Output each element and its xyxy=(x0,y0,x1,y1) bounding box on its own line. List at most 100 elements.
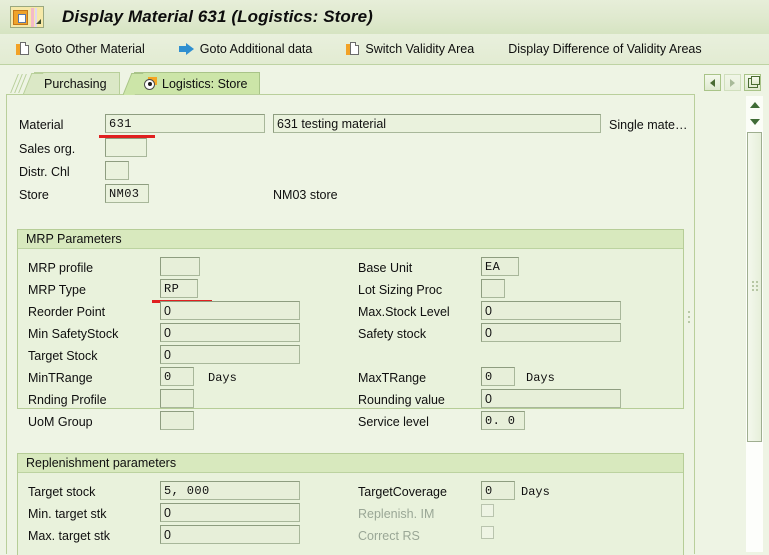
rounding-value-input[interactable]: 0 xyxy=(481,389,621,408)
target-coverage-input[interactable]: 0 xyxy=(481,481,515,500)
goto-additional-data-button[interactable]: Goto Additional data xyxy=(169,37,323,61)
min-trange-unit: Days xyxy=(208,370,237,385)
blue-arrow-right-icon xyxy=(178,43,195,55)
material-header-block: Material 631 631 testing material Single… xyxy=(7,95,694,203)
uom-group-input[interactable] xyxy=(160,411,194,430)
replenish-im-label: Replenish. IM xyxy=(358,506,435,521)
store-description: NM03 store xyxy=(273,187,338,202)
switch-validity-area-button[interactable]: Switch Validity Area xyxy=(336,37,484,61)
content-canvas: Material 631 631 testing material Single… xyxy=(6,94,695,555)
material-label: Material xyxy=(19,117,64,132)
mrp-type-label: MRP Type xyxy=(28,282,86,297)
mrp-parameters-title: MRP Parameters xyxy=(18,230,683,249)
store-label: Store xyxy=(19,187,49,202)
base-unit-label: Base Unit xyxy=(358,260,413,275)
sales-org-input[interactable] xyxy=(105,138,147,157)
panel-icon xyxy=(747,75,760,88)
max-target-stk-label: Max. target stk xyxy=(28,528,110,543)
sales-org-label: Sales org. xyxy=(19,141,76,156)
title-bar: Display Material 631 (Logistics: Store) xyxy=(0,0,769,35)
switch-validity-area-label: Switch Validity Area xyxy=(365,42,475,56)
replenish-im-checkbox[interactable] xyxy=(481,504,494,517)
max-trange-unit: Days xyxy=(526,370,555,385)
distr-chl-label: Distr. Chl xyxy=(19,164,70,179)
tab-nav-buttons xyxy=(704,74,761,91)
correct-rs-label: Correct RS xyxy=(358,528,420,543)
new-document-icon xyxy=(16,42,30,56)
application-toolbar: Goto Other Material Goto Additional data… xyxy=(0,34,769,65)
tab-purchasing-label: Purchasing xyxy=(44,76,107,91)
vertical-scrollbar[interactable] xyxy=(746,96,763,552)
replenishment-target-stock-input[interactable]: 5, 000 xyxy=(160,481,300,500)
min-target-stk-input[interactable]: 0 xyxy=(160,503,300,522)
rounding-value-label: Rounding value xyxy=(358,392,445,407)
target-coverage-unit: Days xyxy=(521,484,550,499)
target-stock-label: Target Stock xyxy=(28,348,98,363)
tab-purchasing[interactable]: Purchasing xyxy=(22,72,120,95)
target-coverage-label: TargetCoverage xyxy=(358,484,447,499)
material-description-input[interactable]: 631 testing material xyxy=(273,114,601,133)
max-stock-level-input[interactable]: 0 xyxy=(481,301,621,320)
mrp-type-input[interactable]: RP xyxy=(160,279,198,298)
replenishment-parameters-group: Replenishment parameters Target stock 5,… xyxy=(17,453,684,555)
service-level-input[interactable]: 0. 0 xyxy=(481,411,525,430)
lot-sizing-proc-label: Lot Sizing Proc xyxy=(358,282,443,297)
target-stock-input[interactable]: 0 xyxy=(160,345,300,364)
radio-selected-icon xyxy=(144,77,157,90)
scroll-down-button[interactable] xyxy=(746,113,763,130)
triangle-down-icon xyxy=(749,118,760,125)
page-title: Display Material 631 (Logistics: Store) xyxy=(62,7,373,26)
new-document-icon xyxy=(346,42,360,56)
max-trange-label: MaxTRange xyxy=(358,370,427,385)
display-difference-validity-areas-button[interactable]: Display Difference of Validity Areas xyxy=(498,37,711,61)
goto-additional-data-label: Goto Additional data xyxy=(199,42,313,56)
triangle-up-icon xyxy=(749,101,760,108)
max-trange-input[interactable]: 0 xyxy=(481,367,515,386)
safety-stock-label: Safety stock xyxy=(358,326,427,341)
material-input[interactable]: 631 xyxy=(105,114,265,133)
single-material-text: Single mate… xyxy=(609,117,688,132)
min-trange-input[interactable]: 0 xyxy=(160,367,194,386)
rnding-profile-input[interactable] xyxy=(160,389,194,408)
goto-other-material-button[interactable]: Goto Other Material xyxy=(6,37,155,61)
tab-logistics-store-label: Logistics: Store xyxy=(162,76,248,91)
reorder-point-input[interactable]: 0 xyxy=(160,301,300,320)
scrollbar-track[interactable] xyxy=(746,130,763,552)
store-input[interactable]: NM03 xyxy=(105,184,149,203)
mrp-profile-label: MRP profile xyxy=(28,260,94,275)
correct-rs-checkbox[interactable] xyxy=(481,526,494,539)
min-trange-label: MinTRange xyxy=(28,370,93,385)
distr-chl-input[interactable] xyxy=(105,161,129,180)
scroll-up-button[interactable] xyxy=(746,96,763,113)
tab-strip: Purchasing Logistics: Store xyxy=(0,70,769,95)
uom-group-label: UoM Group xyxy=(28,414,93,429)
triangle-left-icon xyxy=(710,78,715,87)
service-level-label: Service level xyxy=(358,414,429,429)
max-target-stk-input[interactable]: 0 xyxy=(160,525,300,544)
previous-tab-button[interactable] xyxy=(704,74,721,91)
replenishment-target-stock-label: Target stock xyxy=(28,484,96,499)
min-target-stk-label: Min. target stk xyxy=(28,506,107,521)
max-stock-level-label: Max.Stock Level xyxy=(358,304,450,319)
sap-document-icon[interactable] xyxy=(10,6,44,28)
safety-stock-input[interactable]: 0 xyxy=(481,323,621,342)
next-tab-button[interactable] xyxy=(724,74,741,91)
triangle-right-icon xyxy=(730,78,735,87)
panel-resize-grip[interactable] xyxy=(688,311,692,325)
display-difference-label: Display Difference of Validity Areas xyxy=(508,42,702,56)
scrollbar-thumb[interactable] xyxy=(747,132,762,442)
reorder-point-label: Reorder Point xyxy=(28,304,106,319)
min-safety-stock-input[interactable]: 0 xyxy=(160,323,300,342)
mrp-parameters-group: MRP Parameters MRP profile MRP Type RP R… xyxy=(17,229,684,430)
min-safety-stock-label: Min SafetyStock xyxy=(28,326,119,341)
sap-gui-window: Display Material 631 (Logistics: Store) … xyxy=(0,0,769,555)
goto-other-material-label: Goto Other Material xyxy=(35,42,145,56)
replenishment-parameters-title: Replenishment parameters xyxy=(18,454,683,473)
mrp-profile-input[interactable] xyxy=(160,257,200,276)
tab-logistics-store[interactable]: Logistics: Store xyxy=(122,72,261,95)
tab-list-button[interactable] xyxy=(744,74,761,91)
rnding-profile-label: Rnding Profile xyxy=(28,392,107,407)
scrollbar-grip xyxy=(752,281,759,291)
base-unit-input[interactable]: EA xyxy=(481,257,519,276)
lot-sizing-proc-input[interactable] xyxy=(481,279,505,298)
